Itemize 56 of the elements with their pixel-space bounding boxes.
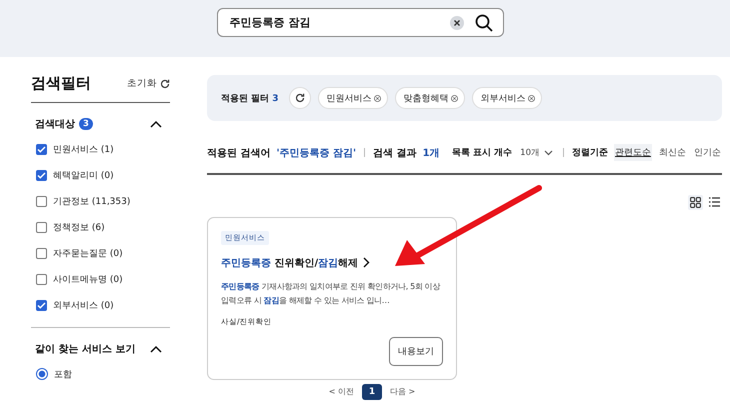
option-label: 외부서비스 (0)	[53, 300, 114, 312]
result-count: 1개	[422, 146, 440, 160]
sort-option[interactable]: 관련도순	[614, 144, 652, 161]
list-view-button[interactable]	[707, 194, 722, 210]
option-label: 기관정보 (11,353)	[53, 196, 130, 208]
close-icon	[374, 94, 381, 102]
option-label: 민원서비스 (1)	[53, 144, 114, 156]
chevron-icon	[363, 257, 370, 268]
section-title: 같이 찾는 서비스 보기	[35, 343, 136, 356]
reset-button[interactable]: 초기화	[127, 77, 170, 90]
checkbox[interactable]	[36, 196, 47, 206]
refresh-icon	[294, 93, 305, 103]
chevron-down-icon	[544, 150, 553, 156]
checkbox[interactable]	[36, 300, 47, 310]
result-title-link[interactable]: 주민등록증 진위확인/잠김해제	[221, 256, 358, 270]
search-field[interactable]: 주민등록증 잠김	[216, 8, 504, 37]
page-number[interactable]: 1	[362, 384, 382, 400]
checkbox[interactable]	[36, 248, 47, 258]
previous-page-link[interactable]: < 이전	[328, 386, 354, 397]
close-icon	[450, 94, 458, 102]
radio-button[interactable]	[36, 368, 48, 380]
view-details-button[interactable]: 내용보기	[389, 336, 443, 366]
option-label: 사이트메뉴명 (0)	[53, 274, 123, 286]
page-size-dropdown[interactable]: 10개	[518, 146, 555, 158]
sort-option[interactable]: 인기순	[693, 144, 722, 161]
filter-chip[interactable]: 외부서비스	[472, 87, 542, 109]
filter-title: 검색필터	[31, 74, 91, 93]
result-label: 검색 결과	[373, 146, 417, 160]
option-label: 포함	[54, 368, 72, 380]
checkbox[interactable]	[36, 170, 47, 180]
section-title: 검색대상	[35, 118, 75, 131]
sort-option[interactable]: 최신순	[658, 144, 687, 161]
sort-label: 정렬기준	[572, 147, 608, 159]
collapse-icon[interactable]	[150, 120, 162, 128]
option-label: 자주묻는질문 (0)	[53, 248, 123, 260]
grid-view-button[interactable]	[688, 194, 703, 210]
clear-icon[interactable]	[450, 16, 464, 30]
filter-chip[interactable]: 민원서비스	[318, 87, 388, 109]
option-label: 정책정보 (6)	[53, 222, 105, 234]
filter-chip[interactable]: 맞춤형혜택	[394, 87, 465, 109]
query-label: 적용된 검색어	[207, 146, 270, 160]
close-icon	[528, 94, 535, 102]
refresh-icon	[160, 78, 170, 88]
query-text: '주민등록증 잠김'	[276, 146, 356, 160]
search-icon[interactable]	[474, 14, 492, 32]
checkbox[interactable]	[36, 144, 47, 154]
checkbox[interactable]	[36, 274, 47, 284]
count-badge: 3	[79, 118, 93, 130]
option-label: 혜택알리미 (0)	[53, 170, 114, 182]
page-size-label: 목록 표시 개수	[452, 147, 512, 159]
next-page-link[interactable]: 다음 >	[390, 386, 416, 397]
checkbox[interactable]	[36, 222, 47, 232]
result-description: 주민등록증 기재사항과의 일치여부로 진위 확인하거나, 5회 이상 입력오류 시 잠김을 해제할 수 있는 서비스 입니…	[221, 280, 442, 306]
applied-filters-label: 적용된 필터 3	[221, 92, 279, 104]
collapse-icon[interactable]	[150, 345, 162, 353]
refresh-button[interactable]	[288, 87, 311, 109]
